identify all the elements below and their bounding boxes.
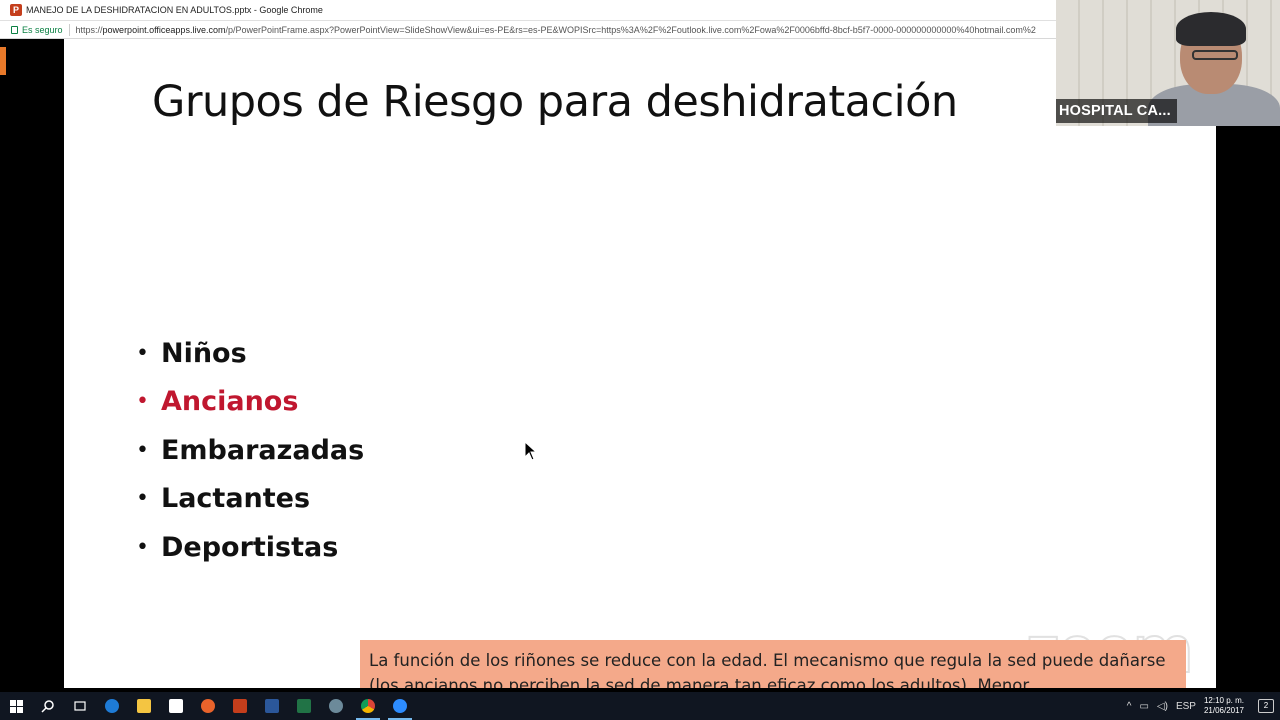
store-icon[interactable] [160,692,192,720]
excel-icon[interactable] [288,692,320,720]
right-letterbox [1216,39,1280,688]
address-bar[interactable]: Es seguro https://powerpoint.officeapps.… [0,21,1056,39]
word-icon[interactable] [256,692,288,720]
language-indicator[interactable]: ESP [1176,701,1196,712]
bullet-item: • Embarazadas [136,426,364,475]
bullet-list: • Niños • Ancianos • Embarazadas • Lactantes… [136,329,364,572]
windows-taskbar: ^ ▭ ◁) ESP 12:10 p. m. 21/06/2017 2 [0,692,1280,720]
presentation-slide[interactable]: Grupos de Riesgo para deshidratación • Ni… [64,39,1216,688]
lock-icon[interactable] [11,25,18,34]
bullet-text: Deportistas [160,531,339,563]
orange-side-tab [0,47,6,75]
url-scheme: https:// [75,24,103,35]
chevron-up-icon[interactable]: ^ [1127,701,1132,712]
participant-name: HOSPITAL CA... [1059,103,1171,119]
settings-icon[interactable] [320,692,352,720]
bullet-item: • Niños [136,329,364,378]
participant-video[interactable]: HOSPITAL CA... [1056,0,1280,126]
network-icon[interactable]: ▭ [1139,701,1148,712]
bullet-dot: • [136,340,149,366]
firefox-icon[interactable] [192,692,224,720]
chrome-icon[interactable] [352,692,384,720]
left-letterbox [0,39,64,688]
browser-title-bar: P MANEJO DE LA DESHIDRATACION EN ADULTOS… [0,0,1056,21]
url-text[interactable]: https://powerpoint.officeapps.live.com/p… [76,25,1036,35]
windows-start-icon[interactable] [0,692,32,720]
clock-date: 21/06/2017 [1203,706,1244,715]
participant-name-tag: HOSPITAL CA... [1056,99,1177,123]
volume-icon[interactable]: ◁) [1157,701,1168,712]
bullet-item: • Deportistas [136,523,364,572]
url-path: /p/PowerPointFrame.aspx?PowerPointView=S… [225,24,1036,35]
clock[interactable]: 12:10 p. m. 21/06/2017 [1204,696,1244,716]
zoom-icon[interactable] [384,692,416,720]
caption-box: La función de los riñones se reduce con … [360,640,1186,688]
bullet-text: Embarazadas [160,434,365,466]
window-title: MANEJO DE LA DESHIDRATACION EN ADULTOS.p… [26,5,323,15]
notification-center-icon[interactable]: 2 [1258,699,1274,713]
slide-title: Grupos de Riesgo para deshidratación [152,77,958,127]
video-person-hair [1176,12,1246,46]
bullet-dot: • [136,437,149,463]
mouse-cursor-icon [524,441,538,461]
bullet-text: Lactantes [160,483,311,515]
powerpoint-icon[interactable] [224,692,256,720]
video-person-glasses [1192,50,1238,60]
bullet-text: Niños [160,337,247,369]
edge-icon[interactable] [96,692,128,720]
bullet-dot: • [136,389,149,415]
system-tray: ^ ▭ ◁) ESP 12:10 p. m. 21/06/2017 2 [1127,692,1280,720]
bullet-text: Ancianos [160,386,299,418]
bullet-item: • Lactantes [136,475,364,524]
secure-label[interactable]: Es seguro [22,25,63,35]
bullet-item-highlighted: • Ancianos [136,378,364,427]
clock-time: 12:10 p. m. [1203,696,1244,705]
powerpoint-file-icon: P [10,4,22,16]
search-icon[interactable] [32,692,64,720]
bullet-dot: • [136,534,149,560]
file-explorer-icon[interactable] [128,692,160,720]
bullet-dot: • [136,486,149,512]
url-host: powerpoint.officeapps.live.com [102,24,226,35]
caption-text: La función de los riñones se reduce con … [369,651,1166,688]
task-view-icon[interactable] [64,692,96,720]
address-separator [68,23,70,36]
